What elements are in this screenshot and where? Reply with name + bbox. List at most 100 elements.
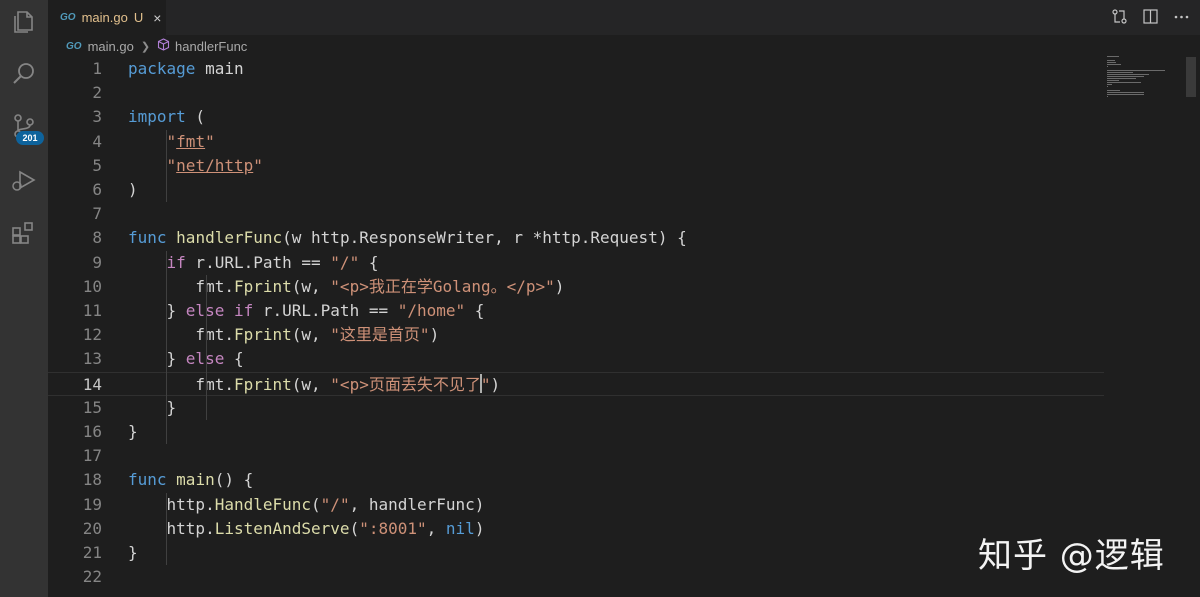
minimap-line xyxy=(1107,72,1133,73)
code-token: , xyxy=(426,518,446,538)
code-line[interactable]: 7 xyxy=(48,202,1104,226)
line-number: 21 xyxy=(82,543,102,562)
line-number: 9 xyxy=(92,252,102,272)
scrollbar[interactable] xyxy=(1186,57,1196,597)
minimap-line xyxy=(1107,76,1144,77)
code-token: else if xyxy=(185,301,254,320)
code-token: { xyxy=(465,301,485,320)
line-number: 15 xyxy=(82,397,102,417)
code-line[interactable]: 1 package main xyxy=(48,57,1104,81)
code-token: } xyxy=(128,349,186,369)
code-text: func main() { xyxy=(128,468,253,492)
line-number: 16 xyxy=(82,422,102,441)
chevron-right-icon: ❯ xyxy=(140,40,151,53)
code-token: "/" xyxy=(330,252,360,272)
code-token: " xyxy=(166,155,177,175)
line-number: 8 xyxy=(92,228,102,248)
line-number: 11 xyxy=(82,301,102,320)
code-text: } else { xyxy=(128,347,244,371)
indent-guide xyxy=(206,323,207,372)
minimap-line xyxy=(1107,92,1144,93)
code-line[interactable]: 18 func main() { xyxy=(48,468,1104,492)
code-line[interactable]: 5 "net/http" xyxy=(48,154,1104,178)
indent-guide xyxy=(166,250,167,445)
minimap-line xyxy=(1107,64,1121,65)
code-token: } xyxy=(128,543,138,562)
code-line[interactable]: 9 if r.URL.Path == "/" { xyxy=(48,251,1104,275)
scm-badge: 201 xyxy=(16,131,44,145)
code-line[interactable]: 19 http.HandleFunc("/", handlerFunc) xyxy=(48,493,1104,517)
minimap-line xyxy=(1107,70,1165,71)
code-token: " xyxy=(253,155,263,175)
code-token: " xyxy=(166,131,177,151)
minimap-line xyxy=(1107,90,1120,91)
code-token: (w, xyxy=(291,374,331,394)
code-token: ) xyxy=(429,325,440,345)
code-token: (w, xyxy=(291,276,331,296)
go-file-icon: GO xyxy=(66,40,82,52)
line-number: 6 xyxy=(92,180,102,199)
line-number: 4 xyxy=(92,131,102,151)
code-token: main xyxy=(176,470,215,490)
minimap-line xyxy=(1107,62,1116,63)
line-number: 12 xyxy=(82,325,102,345)
code-token: ( xyxy=(311,494,321,514)
run-debug-icon[interactable] xyxy=(10,166,38,194)
indent-guide xyxy=(166,129,167,203)
search-icon[interactable] xyxy=(10,60,38,88)
scrollbar-thumb[interactable] xyxy=(1186,57,1196,97)
code-text: package main xyxy=(128,57,244,81)
code-text: } xyxy=(128,541,138,565)
code-token: Fprint xyxy=(233,374,292,394)
extensions-icon[interactable] xyxy=(10,219,38,247)
code-line[interactable]: 17 xyxy=(48,444,1104,468)
code-token: func xyxy=(128,470,167,490)
explorer-icon[interactable] xyxy=(10,8,38,36)
code-token: Fprint xyxy=(233,276,292,296)
code-token: ListenAndServe xyxy=(214,518,350,538)
line-number: 2 xyxy=(92,83,102,103)
code-text: func handlerFunc(w http.ResponseWriter, … xyxy=(128,226,687,250)
code-token: ) xyxy=(490,374,501,394)
code-token: fmt. xyxy=(128,276,234,296)
line-number: 17 xyxy=(82,446,102,466)
code-line[interactable]: 16} xyxy=(48,420,1104,444)
code-token: r.URL.Path == xyxy=(185,252,331,272)
code-token: { xyxy=(359,252,379,272)
tab-main-go[interactable]: GO main.go U × xyxy=(48,0,166,35)
minimap-line xyxy=(1107,78,1136,79)
code-line[interactable]: 20 http.ListenAndServe(":8001", nil) xyxy=(48,517,1104,541)
code-token: ":8001" xyxy=(359,518,427,538)
code-line[interactable]: 6) xyxy=(48,178,1104,202)
code-token: http. xyxy=(128,494,215,514)
code-line[interactable]: 2 xyxy=(48,81,1104,105)
code-line[interactable]: 4 "fmt" xyxy=(48,130,1104,154)
minimap-line xyxy=(1107,60,1115,61)
breadcrumb-symbol[interactable]: handlerFunc xyxy=(175,39,247,54)
code-token: "这里是首页" xyxy=(330,325,430,345)
code-token: fmt. xyxy=(128,374,234,394)
indent-guide xyxy=(206,274,207,324)
code-token: ) xyxy=(474,518,485,538)
code-token: } xyxy=(128,301,186,320)
minimap[interactable] xyxy=(1105,0,1185,97)
indent-guide xyxy=(206,371,207,420)
close-icon[interactable]: × xyxy=(153,10,161,26)
minimap-line xyxy=(1107,56,1119,57)
code-editor[interactable]: 1 package main 2 3 import (4 "fmt" 5 "net/htt… xyxy=(48,57,1200,597)
code-text: fmt.Fprint(w, "<p>我正在学Golang。</p>") xyxy=(128,275,564,299)
code-line[interactable]: 21} xyxy=(48,541,1104,565)
code-line[interactable]: 22 xyxy=(48,565,1104,589)
tab-title: main.go xyxy=(81,10,128,25)
line-number: 13 xyxy=(82,349,102,369)
breadcrumb-file[interactable]: main.go xyxy=(88,39,134,54)
code-token: import xyxy=(128,107,186,127)
code-token: package xyxy=(128,59,196,78)
code-line[interactable]: 8 func handlerFunc(w http.ResponseWriter,… xyxy=(48,226,1104,250)
code-token: fmt. xyxy=(128,325,234,345)
code-token: (w, xyxy=(291,325,331,345)
code-text: import ( xyxy=(128,105,205,129)
code-line[interactable]: 3 import ( xyxy=(48,105,1104,129)
